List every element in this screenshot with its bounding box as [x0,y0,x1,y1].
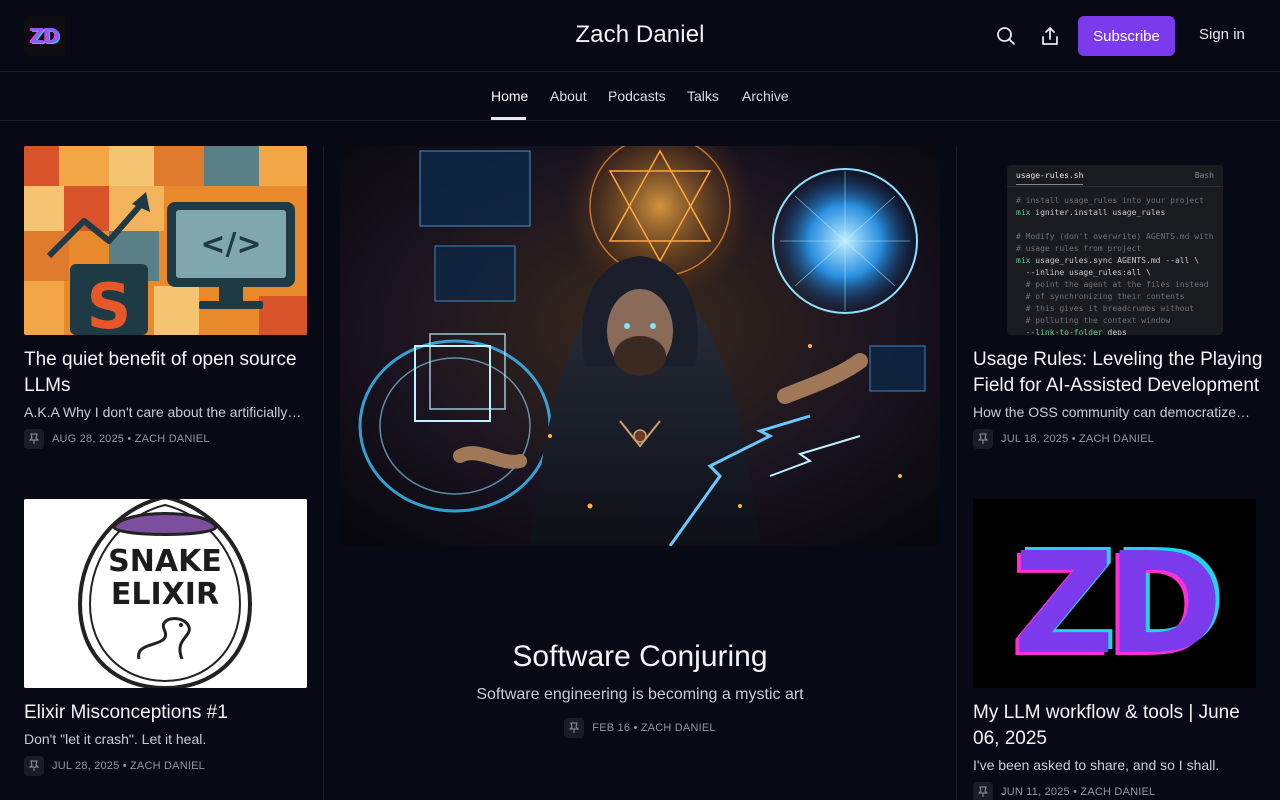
post-date: JUL 28, 2025 [52,760,120,772]
post-meta: JUL 18, 2025 • ZACH DANIEL [973,429,1154,449]
post-excerpt: Don't "let it crash". Let it heal. [24,731,207,747]
post-author[interactable]: • ZACH DANIEL [633,722,715,734]
post-excerpt: I've been asked to share, and so I shall… [973,757,1220,773]
code-tab-label: usage-rules.sh [1016,167,1084,185]
nav-active-indicator [491,117,526,120]
post-date: JUN 11, 2025 [1001,786,1070,798]
post-date: AUG 28, 2025 [52,433,125,445]
svg-text:ELIXIR: ELIXIR [111,577,219,612]
subscribe-button[interactable]: Subscribe [1078,16,1175,56]
signin-link[interactable]: Sign in [1199,26,1245,43]
code-snippet-image: usage-rules.sh Bash # install usage_rule… [1007,165,1223,335]
feature-post-excerpt: Software engineering is becoming a mysti… [476,686,804,703]
post-title[interactable]: My LLM workflow & tools | June 06, 2025 [973,700,1256,752]
main-nav: Home About Podcasts Talks Archive [0,72,1280,121]
svg-text:</>: </> [200,227,261,262]
pin-icon [24,429,44,449]
pin-icon [973,429,993,449]
search-icon[interactable] [994,24,1018,48]
nav-about[interactable]: About [550,88,587,104]
site-header: ZD Zach Daniel Subscribe Sign in [0,0,1280,72]
post-meta: AUG 28, 2025 • ZACH DANIEL [24,429,210,449]
code-body: # install usage_rules into your project … [1016,196,1214,335]
post-excerpt: How the OSS community can democratize… [973,404,1250,420]
nav-talks[interactable]: Talks [687,88,719,104]
pin-icon [564,718,585,738]
pin-icon [973,782,993,800]
post-image-open-source-llms[interactable]: S </> [24,146,307,335]
post-author[interactable]: • ZACH DANIEL [123,760,205,772]
svg-text:ZD: ZD [1013,523,1216,686]
post-author[interactable]: • ZACH DANIEL [1073,786,1155,798]
feature-post-meta: FEB 16 • ZACH DANIEL [340,718,940,738]
post-author[interactable]: • ZACH DANIEL [127,433,209,445]
post-image-software-conjuring[interactable] [340,146,940,546]
post-title[interactable]: The quiet benefit of open source LLMs [24,347,307,399]
post-author[interactable]: • ZACH DANIEL [1072,433,1154,445]
post-meta: JUN 11, 2025 • ZACH DANIEL [973,782,1155,800]
svg-text:S: S [87,270,132,335]
pin-icon [24,756,44,776]
post-date: JUL 18, 2025 [1001,433,1069,445]
column-divider [956,146,957,800]
post-meta: JUL 28, 2025 • ZACH DANIEL [24,756,205,776]
share-icon[interactable] [1038,24,1062,48]
feature-post-title[interactable]: Software Conjuring [340,640,940,674]
nav-podcasts[interactable]: Podcasts [608,88,666,104]
post-excerpt: A.K.A Why I don't care about the artific… [24,404,302,420]
code-lang-label: Bash [1194,171,1214,180]
nav-home[interactable]: Home [491,88,528,104]
post-image-zd-logo[interactable]: ZD ZD ZD [973,499,1256,688]
post-date: FEB 16 [592,722,631,734]
nav-archive[interactable]: Archive [742,88,789,104]
post-title[interactable]: Elixir Misconceptions #1 [24,700,307,726]
post-image-snake-elixir[interactable]: SNAKE ELIXIR [24,499,307,688]
post-title[interactable]: Usage Rules: Leveling the Playing Field … [973,347,1263,399]
svg-text:SNAKE: SNAKE [108,544,222,579]
column-divider [323,146,324,800]
